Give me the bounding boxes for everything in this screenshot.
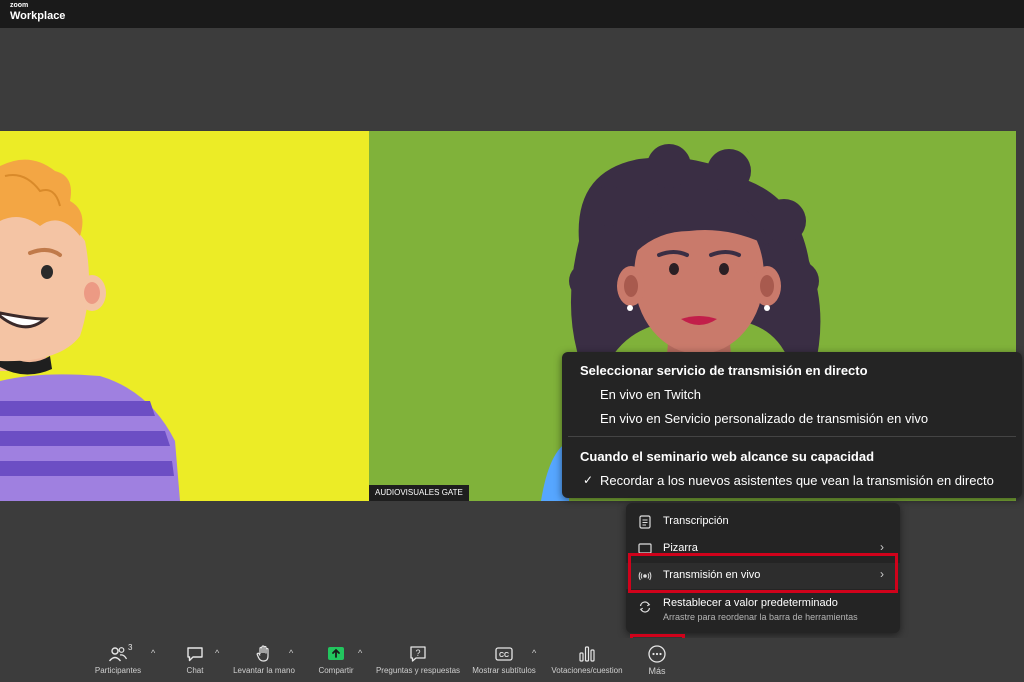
capacity-header: Cuando el seminario web alcance su capac… <box>580 449 875 464</box>
chat-caret-icon[interactable]: ^ <box>215 648 219 658</box>
qa-label: Preguntas y respuestas <box>375 666 461 675</box>
participants-caret-icon[interactable]: ^ <box>151 648 155 658</box>
raise-hand-label: Levantar la mano <box>233 666 295 675</box>
polls-button[interactable]: Votaciones/cuestion <box>548 638 626 682</box>
raise-hand-button[interactable]: Levantar la mano <box>230 638 298 682</box>
more-menu: Transcripción Pizarra › Transmisión en v… <box>626 503 900 633</box>
svg-text:CC: CC <box>499 652 509 659</box>
menu-divider <box>568 436 1016 437</box>
title-bar: zoom Workplace <box>0 0 1024 28</box>
livestream-label: Transmisión en vivo <box>663 569 761 581</box>
whiteboard-icon <box>638 543 652 556</box>
participants-button[interactable]: 3 Participantes <box>90 638 146 682</box>
menu-item-transcription[interactable]: Transcripción <box>626 509 900 535</box>
livestream-icon <box>638 571 652 581</box>
more-icon <box>648 645 666 663</box>
menu-item-custom-service[interactable]: En vivo en Servicio personalizado de tra… <box>600 411 928 426</box>
livestream-submenu: Seleccionar servicio de transmisión en d… <box>562 352 1022 498</box>
reset-hint: Arrastre para reordenar la barra de herr… <box>663 612 858 622</box>
avatar-boy <box>0 159 180 501</box>
captions-caret-icon[interactable]: ^ <box>532 648 536 658</box>
participants-icon <box>108 647 128 662</box>
chevron-right-icon: › <box>880 567 884 581</box>
checkmark-icon: ✓ <box>583 473 594 487</box>
share-screen-icon <box>328 647 344 660</box>
share-caret-icon[interactable]: ^ <box>358 648 362 658</box>
closed-captions-icon: CC <box>495 647 513 661</box>
captions-label: Mostrar subtítulos <box>472 666 536 675</box>
question-icon: ? <box>410 646 426 662</box>
svg-text:?: ? <box>415 648 420 658</box>
raise-hand-caret-icon[interactable]: ^ <box>289 648 293 658</box>
participants-count: 3 <box>128 643 133 652</box>
chevron-right-icon: › <box>880 540 884 554</box>
menu-item-twitch[interactable]: En vivo en Twitch <box>600 387 701 402</box>
more-button[interactable]: Más <box>636 638 678 682</box>
share-button[interactable]: Compartir <box>312 638 360 682</box>
menu-item-whiteboard[interactable]: Pizarra › <box>626 536 900 562</box>
reset-label: Restablecer a valor predeterminado <box>663 597 838 609</box>
chat-icon <box>187 647 203 662</box>
brand-zoom-text: zoom <box>10 2 29 9</box>
captions-button[interactable]: CC Mostrar subtítulos <box>470 638 538 682</box>
polls-icon <box>579 646 595 662</box>
share-label: Compartir <box>318 666 354 675</box>
menu-item-livestream[interactable]: Transmisión en vivo › <box>626 563 900 589</box>
video-tile-left[interactable] <box>0 131 369 501</box>
transcript-icon <box>639 515 651 529</box>
select-service-header: Seleccionar servicio de transmisión en d… <box>580 363 868 378</box>
transcription-label: Transcripción <box>663 515 729 527</box>
whiteboard-label: Pizarra <box>663 542 698 554</box>
participant-name-tag: AUDIOVISUALES GATE <box>369 485 469 501</box>
brand-workplace-text: Workplace <box>10 10 66 22</box>
chat-label: Chat <box>186 666 204 675</box>
menu-item-remind-attendees[interactable]: Recordar a los nuevos asistentes que vea… <box>600 473 994 488</box>
hand-icon <box>256 645 269 662</box>
chat-button[interactable]: Chat <box>180 638 210 682</box>
meeting-toolbar: 3 Participantes ^ Chat ^ Levantar la man… <box>0 638 1024 682</box>
reset-icon <box>639 601 651 613</box>
more-label: Más <box>648 666 666 676</box>
participants-label: Participantes <box>94 666 142 675</box>
polls-label: Votaciones/cuestion <box>551 666 623 675</box>
qa-button[interactable]: ? Preguntas y respuestas <box>374 638 462 682</box>
menu-item-reset-default[interactable]: Restablecer a valor predeterminado Arras… <box>626 591 900 627</box>
